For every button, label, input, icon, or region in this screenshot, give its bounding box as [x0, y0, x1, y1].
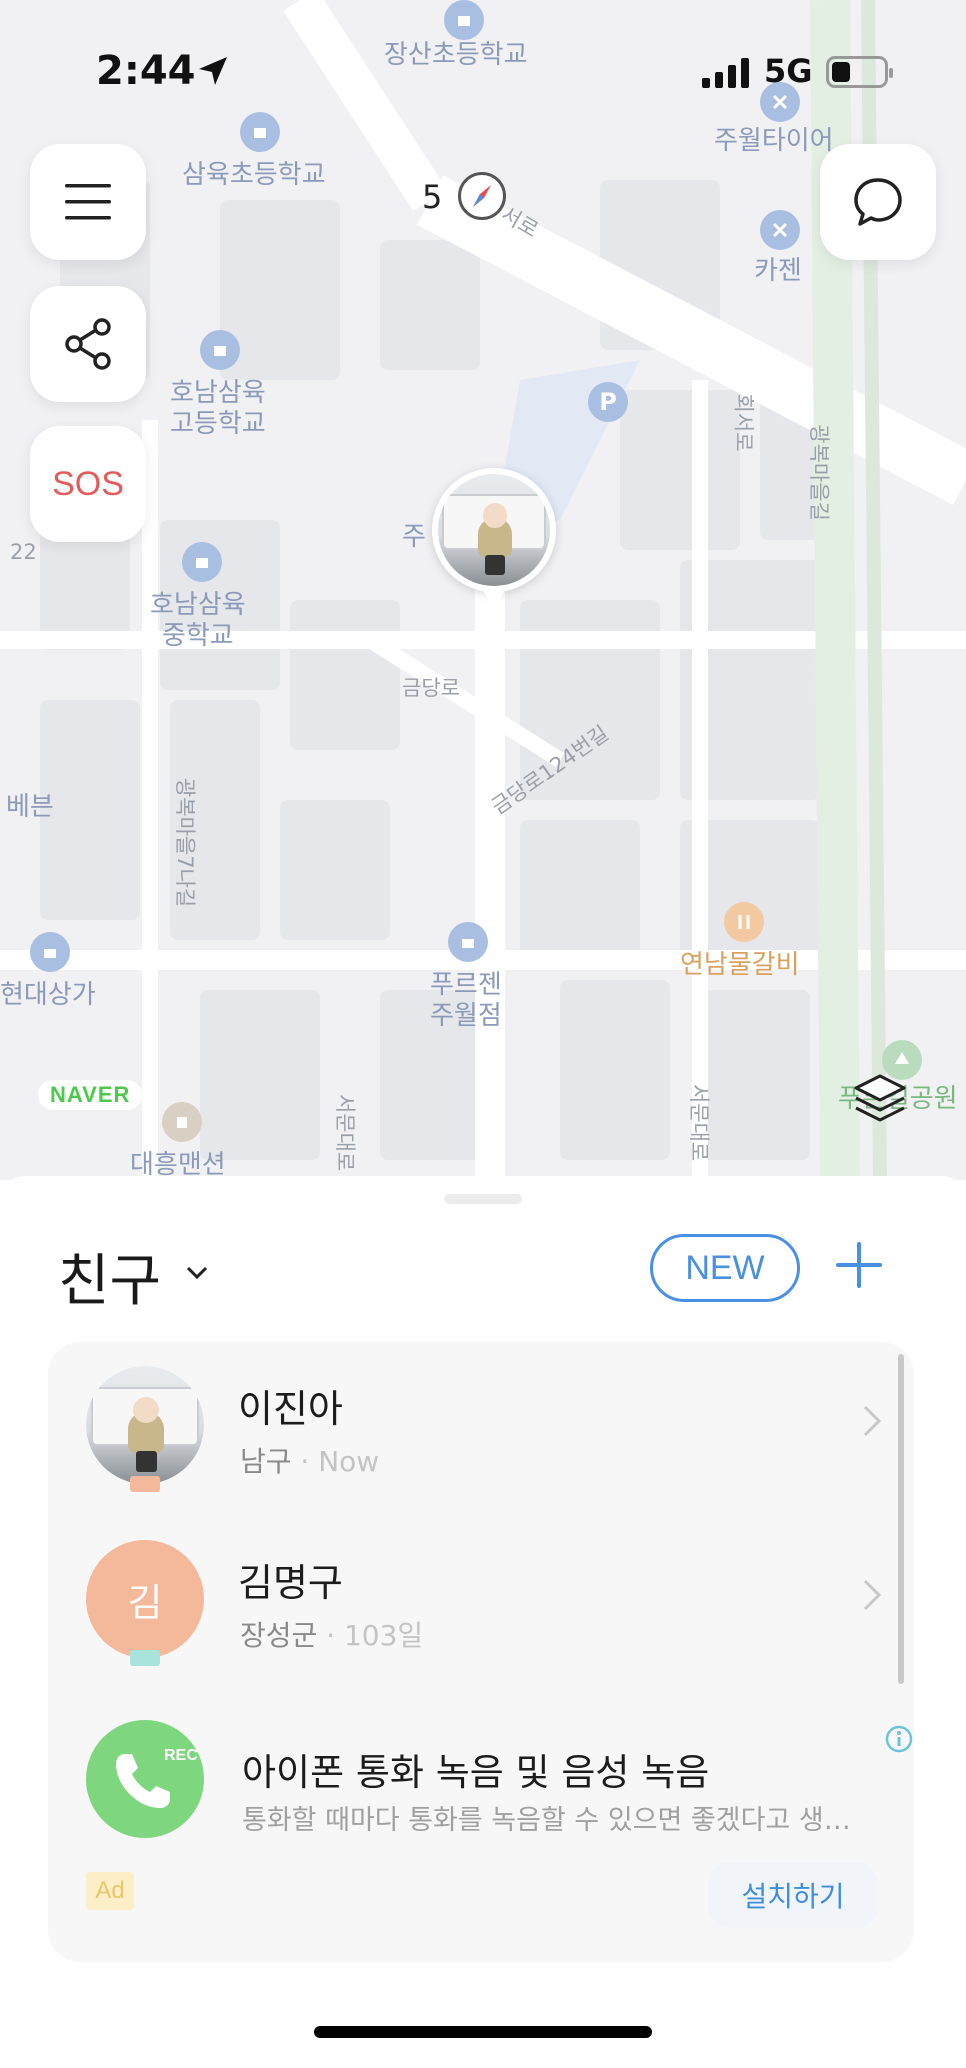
friend-avatar: 김: [86, 1540, 204, 1658]
signal-icon: [702, 58, 749, 88]
info-icon[interactable]: [884, 1724, 914, 1754]
apartment-icon: [162, 1102, 202, 1142]
store-icon: [448, 922, 488, 962]
add-friend-icon[interactable]: [834, 1240, 884, 1290]
school-icon: [182, 542, 222, 582]
map-label-partial-ju: 주: [402, 522, 426, 552]
map-label-road-seomun: 서문대로: [333, 1093, 358, 1172]
friend-place: 장성군: [240, 1619, 318, 1652]
friend-status: 장성군 · 103일: [240, 1614, 423, 1654]
ad-badge: Ad: [86, 1872, 134, 1910]
compass-icon[interactable]: [458, 172, 506, 220]
ad-description: 통화할 때마다 통화를 녹음할 수 있으면 좋겠다고 생…: [242, 1805, 851, 1836]
map-label-partial-left: 베븐: [6, 792, 54, 822]
chat-bubble-icon: [854, 178, 902, 226]
repair-shop-icon: [760, 210, 800, 250]
share-button[interactable]: [30, 286, 146, 402]
school-icon: [444, 0, 484, 40]
school-icon: [240, 112, 280, 152]
new-button[interactable]: NEW: [650, 1234, 800, 1302]
layers-icon[interactable]: [852, 1070, 908, 1126]
friend-last-seen: Now: [318, 1445, 380, 1478]
friend-name: 김명구: [238, 1561, 343, 1605]
school-icon: [200, 330, 240, 370]
friend-row[interactable]: 김 김명구 장성군 · 103일: [48, 1526, 914, 1676]
location-arrow-icon: [199, 57, 227, 85]
sheet-title[interactable]: 친구: [58, 1236, 161, 1317]
map-label-road-hoeseo: 회서로: [731, 393, 756, 452]
friend-color-tag: [130, 1650, 160, 1666]
friend-status: 남구 · Now: [240, 1440, 379, 1480]
map-label-partial-22: 22: [10, 540, 37, 564]
call-recorder-app-icon[interactable]: REC: [86, 1720, 204, 1838]
status-time: 2:44: [96, 48, 196, 94]
chevron-down-icon[interactable]: [186, 1266, 208, 1280]
sos-label: SOS: [52, 464, 124, 503]
map-label-honam-middleschool: 호남삼육 중학교: [150, 590, 246, 652]
map-label-kajen: 카젠: [754, 256, 802, 286]
map-label-road-seomun-2: 서문대로: [687, 1083, 712, 1162]
map-label-restaurant: 연남물갈비: [680, 950, 800, 980]
sos-button[interactable]: SOS: [30, 426, 146, 542]
friend-location-marker[interactable]: [432, 468, 556, 610]
chevron-right-icon: [863, 1579, 882, 1611]
rec-label: REC: [164, 1747, 198, 1764]
map-label-road-gwangbok: 광복마을길: [806, 424, 831, 521]
map-label-honam-highschool: 호남삼육 고등학교: [170, 378, 266, 440]
friend-avatar: [86, 1366, 204, 1484]
shopping-icon: [30, 932, 70, 972]
home-indicator[interactable]: [314, 2026, 652, 2038]
repair-shop-icon: [760, 82, 800, 122]
chevron-right-icon: [863, 1405, 882, 1437]
map-label-tire-shop: 주월타이어: [714, 126, 834, 156]
parking-icon: P: [588, 382, 628, 422]
separator: ·: [317, 1619, 344, 1652]
restaurant-icon: [724, 902, 764, 942]
friend-last-seen: 103일: [343, 1619, 424, 1652]
map-label-road-7: 광복마을7나길: [173, 777, 198, 908]
friends-card: 이진아 남구 · Now 김 김명구 장성군 · 103일 REC 아이폰 통화…: [48, 1342, 914, 1962]
friend-color-tag: [130, 1476, 160, 1492]
compass-heading: 5: [422, 178, 443, 216]
map-label-samyuk-school: 삼육초등학교: [182, 160, 326, 190]
chat-button[interactable]: [820, 144, 936, 260]
map-label-jangsan-school: 장산초등학교: [384, 40, 528, 70]
map-label-shopping: 현대상가: [0, 980, 96, 1010]
map-view[interactable]: 2:44 5G 장산초등학교 삼육초등학교 호남삼육 고등학교 호남삼육 중학교…: [0, 0, 966, 1180]
ad-title[interactable]: 아이폰 통화 녹음 및 음성 녹음: [242, 1742, 709, 1796]
hamburger-icon: [65, 184, 111, 220]
naver-logo: NAVER: [38, 1080, 143, 1110]
sheet-grabber[interactable]: [444, 1194, 522, 1204]
menu-button[interactable]: [30, 144, 146, 260]
friend-name: 이진아: [238, 1387, 343, 1431]
install-button[interactable]: 설치하기: [708, 1862, 878, 1928]
friends-sheet[interactable]: 친구 NEW 이진아 남구 · Now 김 김명구 장성군 · 103일 REC…: [0, 1176, 966, 2068]
friend-photo: [438, 474, 550, 586]
separator: ·: [291, 1445, 319, 1478]
map-label-road-geumdang: 금당로: [402, 676, 460, 700]
battery-icon: [826, 56, 893, 88]
friend-row[interactable]: 이진아 남구 · Now: [48, 1352, 914, 1502]
friend-place: 남구: [240, 1445, 292, 1478]
share-icon: [65, 318, 111, 370]
map-label-frozen: 푸르젠 주월점: [430, 970, 502, 1032]
